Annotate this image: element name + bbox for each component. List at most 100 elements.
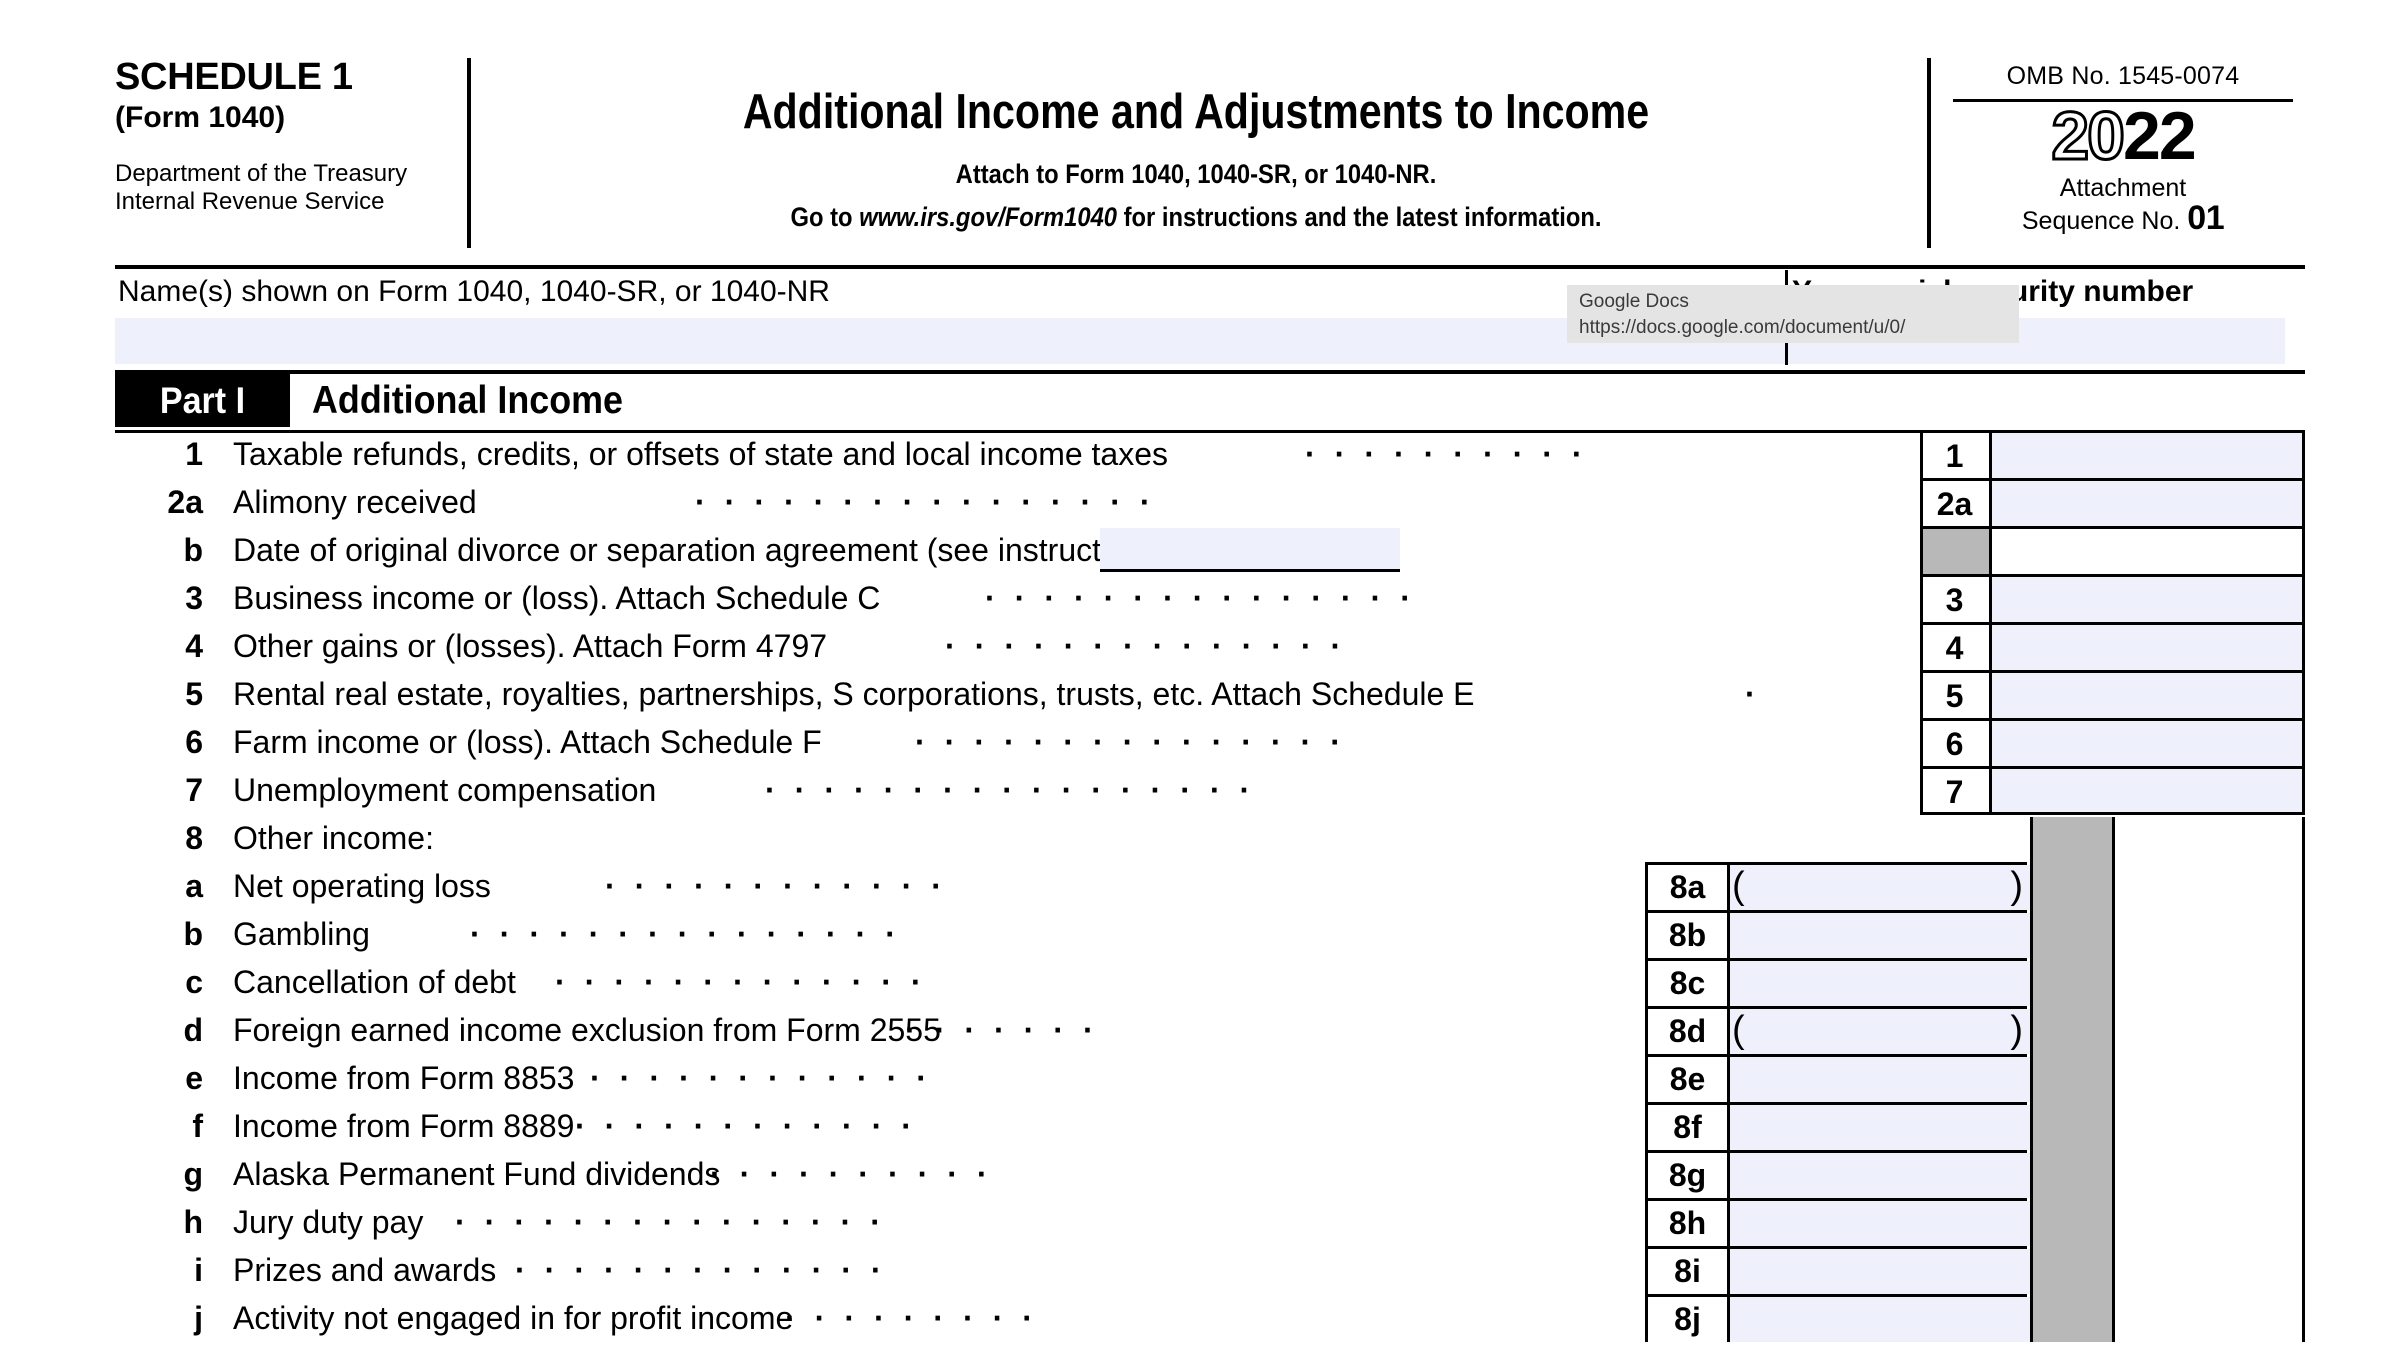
form-line-row: b Gambling ···············	[115, 910, 1645, 958]
line-description: Jury duty pay	[233, 1204, 424, 1240]
amount-column-bottom-rule	[1920, 812, 2305, 815]
line-number: 5	[185, 676, 203, 712]
line-number: 8	[185, 820, 203, 856]
other-income-input[interactable]	[1730, 1057, 2030, 1102]
amount-input[interactable]	[1992, 769, 2305, 815]
other-income-input[interactable]	[1730, 1201, 2030, 1246]
form-line-row: 8 Other income:	[115, 814, 1645, 862]
amount-input[interactable]	[1992, 433, 2305, 479]
tax-year: 2022	[1941, 101, 2305, 172]
tooltip-url: https://docs.google.com/document/u/0/	[1579, 317, 1906, 338]
amount-line-label: 7	[1920, 769, 1992, 814]
other-income-input[interactable]	[1730, 1297, 2030, 1342]
other-income-input[interactable]	[1730, 913, 2030, 958]
other-income-row: 8i	[1645, 1246, 2030, 1294]
other-income-row: 8j	[1645, 1294, 2030, 1342]
dot-leader: ···············	[455, 1204, 900, 1240]
department-line-2: Internal Revenue Service	[115, 188, 385, 215]
attach-instruction: Attach to Form 1040, 1040-SR, or 1040-NR…	[955, 159, 1437, 189]
dot-leader: ···············	[915, 724, 1360, 760]
line-number: 6	[185, 724, 203, 760]
other-income-input[interactable]	[1730, 865, 2030, 910]
part-1-header: Part I Additional Income	[115, 370, 2305, 433]
attachment-label-1: Attachment	[2059, 174, 2187, 202]
amount-line-label: 3	[1920, 577, 1992, 622]
line-description: Date of original divorce or separation a…	[233, 532, 1180, 568]
line-description: Other income:	[233, 820, 434, 856]
other-income-input[interactable]	[1730, 1249, 2030, 1294]
form-line-row: 5 Rental real estate, royalties, partners…	[115, 670, 1756, 718]
dot-leader: ················	[695, 484, 1170, 520]
amount-input[interactable]	[1992, 721, 2305, 767]
other-income-line-label: 8f	[1648, 1105, 1730, 1150]
divorce-date-input[interactable]	[1100, 528, 1400, 572]
other-income-line-label: 8j	[1648, 1297, 1730, 1342]
amount-input[interactable]	[1992, 625, 2305, 671]
other-income-line-label: 8e	[1648, 1057, 1730, 1102]
dot-leader: ··········	[1305, 436, 1602, 472]
amount-line-label-blank	[1920, 529, 1992, 574]
negative-paren-close: )	[2010, 1009, 2023, 1051]
department-line-1: Department of the Treasury	[115, 160, 408, 187]
page-right-rule	[2302, 817, 2305, 1342]
form-line-row: c Cancellation of debt ·············	[115, 958, 1645, 1006]
line-description: Prizes and awards	[233, 1252, 497, 1288]
amount-row: 1	[1920, 430, 2305, 479]
line-number: a	[185, 868, 203, 904]
part-1-badge: Part I	[115, 374, 290, 427]
line-number: 7	[185, 772, 203, 808]
tax-year-outline: 20	[2050, 98, 2127, 174]
other-income-input[interactable]	[1730, 1153, 2030, 1198]
form-line-row: d Foreign earned income exclusion from Fo…	[115, 1006, 1645, 1054]
line-description: Cancellation of debt	[233, 964, 516, 1000]
line-description: Net operating loss	[233, 868, 491, 904]
other-income-line-label: 8h	[1648, 1201, 1730, 1246]
form-header: SCHEDULE 1 (Form 1040) Department of the…	[115, 40, 2305, 262]
amount-row: 3	[1920, 574, 2305, 623]
line-number: d	[183, 1012, 203, 1048]
form-line-row: 3 Business income or (loss). Attach Sched…	[115, 574, 1645, 622]
line-number: j	[194, 1300, 203, 1336]
line-description: Alaska Permanent Fund dividends	[233, 1156, 721, 1192]
form-page: SCHEDULE 1 (Form 1040) Department of the…	[0, 0, 2400, 1350]
attachment-label-2: Sequence No.	[2021, 207, 2181, 235]
negative-paren-close: )	[2010, 865, 2023, 907]
line-number: 1	[185, 436, 203, 472]
header-center-block: Additional Income and Adjustments to Inc…	[481, 40, 1911, 233]
dot-leader: ·············	[515, 1252, 901, 1288]
other-income-line-label: 8a	[1648, 865, 1730, 910]
other-income-input[interactable]	[1730, 1105, 2030, 1150]
header-divider-right	[1927, 58, 1931, 248]
attachment-sequence-row: Sequence No. 01	[1941, 201, 2305, 236]
amount-line-label: 1	[1920, 433, 1992, 478]
dot-leader: ·············	[555, 964, 941, 1000]
part-1-title: Additional Income	[312, 379, 623, 422]
header-right-block: OMB No. 1545-0074 2022 Attachment Sequen…	[1941, 40, 2305, 236]
dot-leader: ··········	[710, 1156, 1007, 1192]
other-income-row: 8f	[1645, 1102, 2030, 1150]
other-income-line-label: 8d	[1648, 1009, 1730, 1054]
other-income-line-label: 8g	[1648, 1153, 1730, 1198]
other-income-line-label: 8c	[1648, 961, 1730, 1006]
dot-leader: ·······	[905, 1012, 1113, 1048]
form-line-row: h Jury duty pay ···············	[115, 1198, 1645, 1246]
dot-leader: ·········	[785, 1300, 1052, 1336]
line-number: 4	[185, 628, 203, 664]
form-line-row: b Date of original divorce or separation …	[115, 526, 1645, 574]
dot-leader: ·	[1745, 676, 1775, 712]
irs-url[interactable]: www.irs.gov/Form1040	[859, 202, 1117, 232]
amount-input[interactable]	[1992, 673, 2305, 719]
dot-leader: ············	[605, 868, 961, 904]
other-income-row: 8a()	[1645, 862, 2030, 910]
other-income-input[interactable]	[1730, 961, 2030, 1006]
amount-line-label: 6	[1920, 721, 1992, 766]
amount-input[interactable]	[1992, 481, 2305, 527]
dot-leader: ··············	[945, 628, 1361, 664]
header-left-block: SCHEDULE 1 (Form 1040) Department of the…	[115, 40, 467, 262]
other-income-input[interactable]	[1730, 1009, 2030, 1054]
negative-paren-open: (	[1732, 865, 1745, 907]
line-number: i	[194, 1252, 203, 1288]
amount-input[interactable]	[1992, 577, 2305, 623]
schedule-subtitle: (Form 1040)	[115, 101, 286, 134]
line-description: Income from Form 8889	[233, 1108, 575, 1144]
